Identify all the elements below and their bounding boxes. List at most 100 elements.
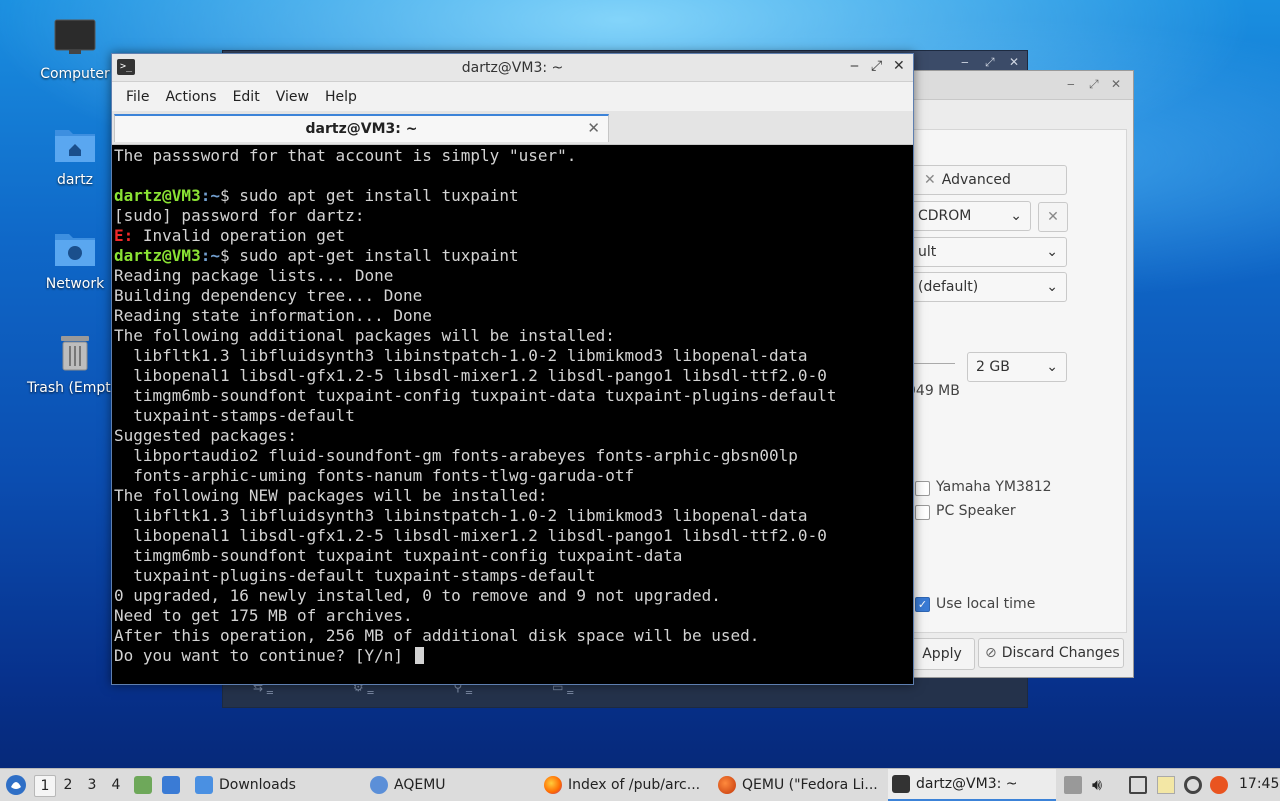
discard-changes-button[interactable]: ⊘ Discard Changes (978, 638, 1124, 668)
volume-icon[interactable]: 🔊︎ (1092, 776, 1110, 794)
continue-prompt: Do you want to continue? [Y/n] (114, 646, 413, 665)
vm-settings-titlebar[interactable]: ‒ ⤢ ✕ (901, 71, 1133, 100)
terminal-line: libfltk1.3 libfluidsynth3 libinstpatch-1… (114, 506, 808, 525)
apply-button-label: Apply (922, 646, 962, 662)
close-tab-icon[interactable]: ✕ (587, 119, 600, 137)
prompt-user: dartz@VM3 (114, 186, 201, 205)
quicklaunch-files[interactable] (134, 769, 156, 801)
minimize-icon[interactable]: ‒ (850, 58, 859, 74)
menu-view[interactable]: View (268, 89, 317, 105)
terminal-window[interactable]: >_ dartz@VM3: ~ ‒ ⤢ ✕ File Actions Edit … (111, 53, 914, 685)
taskbar-item-qemu[interactable]: QEMU ("Fedora Li... (718, 769, 883, 801)
terminal-line: libfltk1.3 libfluidsynth3 libinstpatch-1… (114, 346, 808, 365)
start-menu-button[interactable] (5, 769, 29, 801)
cdrom-select-value: CDROM (918, 208, 972, 224)
taskbar-item-label: Index of /pub/arc... (568, 777, 701, 793)
display-icon[interactable] (1129, 776, 1147, 794)
workspace-4[interactable]: 4 (106, 775, 126, 795)
show-desktop-icon (162, 776, 180, 794)
memory-select-value: 2 GB (976, 359, 1010, 375)
terminal-line: After this operation, 256 MB of addition… (114, 626, 760, 645)
terminal-titlebar[interactable]: >_ dartz@VM3: ~ ‒ ⤢ ✕ (112, 54, 913, 82)
option-select-3[interactable]: (default) ⌄ (909, 272, 1067, 302)
taskbar-item-terminal[interactable]: dartz@VM3: ~ (888, 769, 1056, 801)
command-text: $ sudo apt get install tuxpaint (219, 186, 519, 205)
start-menu-icon (6, 775, 26, 795)
option-select-3-value: (default) (918, 279, 979, 295)
workspace-2[interactable]: 2 (58, 775, 78, 795)
option-select-2[interactable]: ult ⌄ (909, 237, 1067, 267)
update-icon[interactable] (1184, 776, 1202, 794)
cdrom-select[interactable]: CDROM ⌄ (909, 201, 1031, 231)
network-folder-icon (55, 234, 95, 266)
command-text: $ sudo apt-get install tuxpaint (219, 246, 519, 265)
taskbar-item-downloads[interactable]: Downloads (195, 769, 355, 801)
ubuntu-icon[interactable] (1210, 776, 1228, 794)
taskbar-item-label: dartz@VM3: ~ (916, 776, 1018, 792)
memory-slider[interactable] (911, 353, 955, 364)
terminal-line: The following additional packages will b… (114, 326, 615, 345)
terminal-line: Reading state information... Done (114, 306, 432, 325)
advanced-button[interactable]: ✕ Advanced (909, 165, 1067, 195)
menu-file[interactable]: File (118, 89, 157, 105)
terminal-icon (892, 775, 910, 793)
terminal-line: Reading package lists... Done (114, 266, 394, 285)
desktop-icon-trash[interactable]: Trash (Empty) (27, 332, 125, 396)
close-icon[interactable]: ✕ (893, 58, 905, 74)
desktop-icon-label: Computer (40, 66, 110, 82)
yamaha-checkbox[interactable] (915, 481, 930, 496)
tab-terminal[interactable]: dartz@VM3: ~ ✕ (114, 114, 609, 142)
terminal-line: timgm6mb-soundfont tuxpaint tuxpaint-con… (114, 546, 683, 565)
taskbar-item-aqemu[interactable]: AQEMU (370, 769, 530, 801)
desktop-icon-label: Network (45, 276, 105, 292)
desktop-icon-label: Trash (Empty) (27, 380, 125, 396)
memory-select[interactable]: 2 GB ⌄ (967, 352, 1067, 382)
cdrom-tools-button[interactable]: ✕ (1038, 202, 1068, 232)
terminal-app-icon: >_ (117, 59, 135, 75)
apply-button[interactable]: Apply (909, 638, 975, 670)
clock[interactable]: 17:45 (1239, 776, 1279, 792)
desktop-icon-network[interactable]: Network (27, 228, 123, 292)
desktop-icon-computer[interactable]: Computer (27, 18, 123, 82)
discard-icon: ⊘ (985, 645, 997, 661)
minimize-icon[interactable]: ‒ (1067, 77, 1075, 91)
menu-bar: File Actions Edit View Help (112, 82, 913, 111)
advanced-button-label: Advanced (941, 172, 1011, 188)
terminal-line: libopenal1 libsdl-gfx1.2-5 libsdl-mixer1… (114, 366, 827, 385)
menu-help[interactable]: Help (317, 89, 365, 105)
close-icon[interactable]: ✕ (1111, 77, 1121, 91)
workspace-1[interactable]: 1 (34, 775, 56, 797)
terminal-line: The passsword for that account is simply… (114, 146, 577, 165)
terminal-output[interactable]: The passsword for that account is simply… (114, 146, 911, 682)
tools-icon: ✕ (1047, 209, 1059, 225)
quicklaunch-desktop[interactable] (162, 769, 184, 801)
terminal-line: Suggested packages: (114, 426, 298, 445)
terminal-line: [sudo] password for dartz: (114, 206, 365, 225)
taskbar-item-label: Downloads (219, 777, 296, 793)
terminal-line: libopenal1 libsdl-gfx1.2-5 libsdl-mixer1… (114, 526, 827, 545)
minimize-icon[interactable]: ‒ (961, 55, 969, 69)
maximize-icon[interactable]: ⤢ (871, 58, 882, 74)
clipboard-icon[interactable] (1157, 776, 1175, 794)
terminal-line: The following NEW packages will be insta… (114, 486, 548, 505)
yamaha-label: Yamaha YM3812 (936, 479, 1052, 495)
menu-edit[interactable]: Edit (225, 89, 268, 105)
tab-bar: dartz@VM3: ~ ✕ (112, 111, 913, 145)
maximize-icon[interactable]: ⤢ (985, 55, 995, 70)
error-prefix: E: (114, 226, 134, 245)
use-local-time-checkbox[interactable]: ✓ (915, 597, 930, 612)
battery-icon[interactable] (1064, 776, 1082, 794)
menu-actions[interactable]: Actions (157, 89, 224, 105)
close-icon[interactable]: ✕ (1009, 55, 1019, 69)
home-folder-icon (55, 130, 95, 162)
terminal-line: tuxpaint-plugins-default tuxpaint-stamps… (114, 566, 596, 585)
terminal-line: dartz@VM3:~$ sudo apt-get install tuxpai… (114, 246, 911, 266)
desktop-icon-home[interactable]: dartz (27, 124, 123, 188)
pc-speaker-checkbox[interactable] (915, 505, 930, 520)
vm-settings-window[interactable]: ‒ ⤢ ✕ ✕ Advanced CDROM ⌄ ✕ ult ⌄ (defaul… (900, 70, 1134, 678)
taskbar-item-firefox[interactable]: Index of /pub/arc... (544, 769, 709, 801)
error-text: Invalid operation get (133, 226, 346, 245)
workspace-3[interactable]: 3 (82, 775, 102, 795)
maximize-icon[interactable]: ⤢ (1089, 77, 1099, 92)
